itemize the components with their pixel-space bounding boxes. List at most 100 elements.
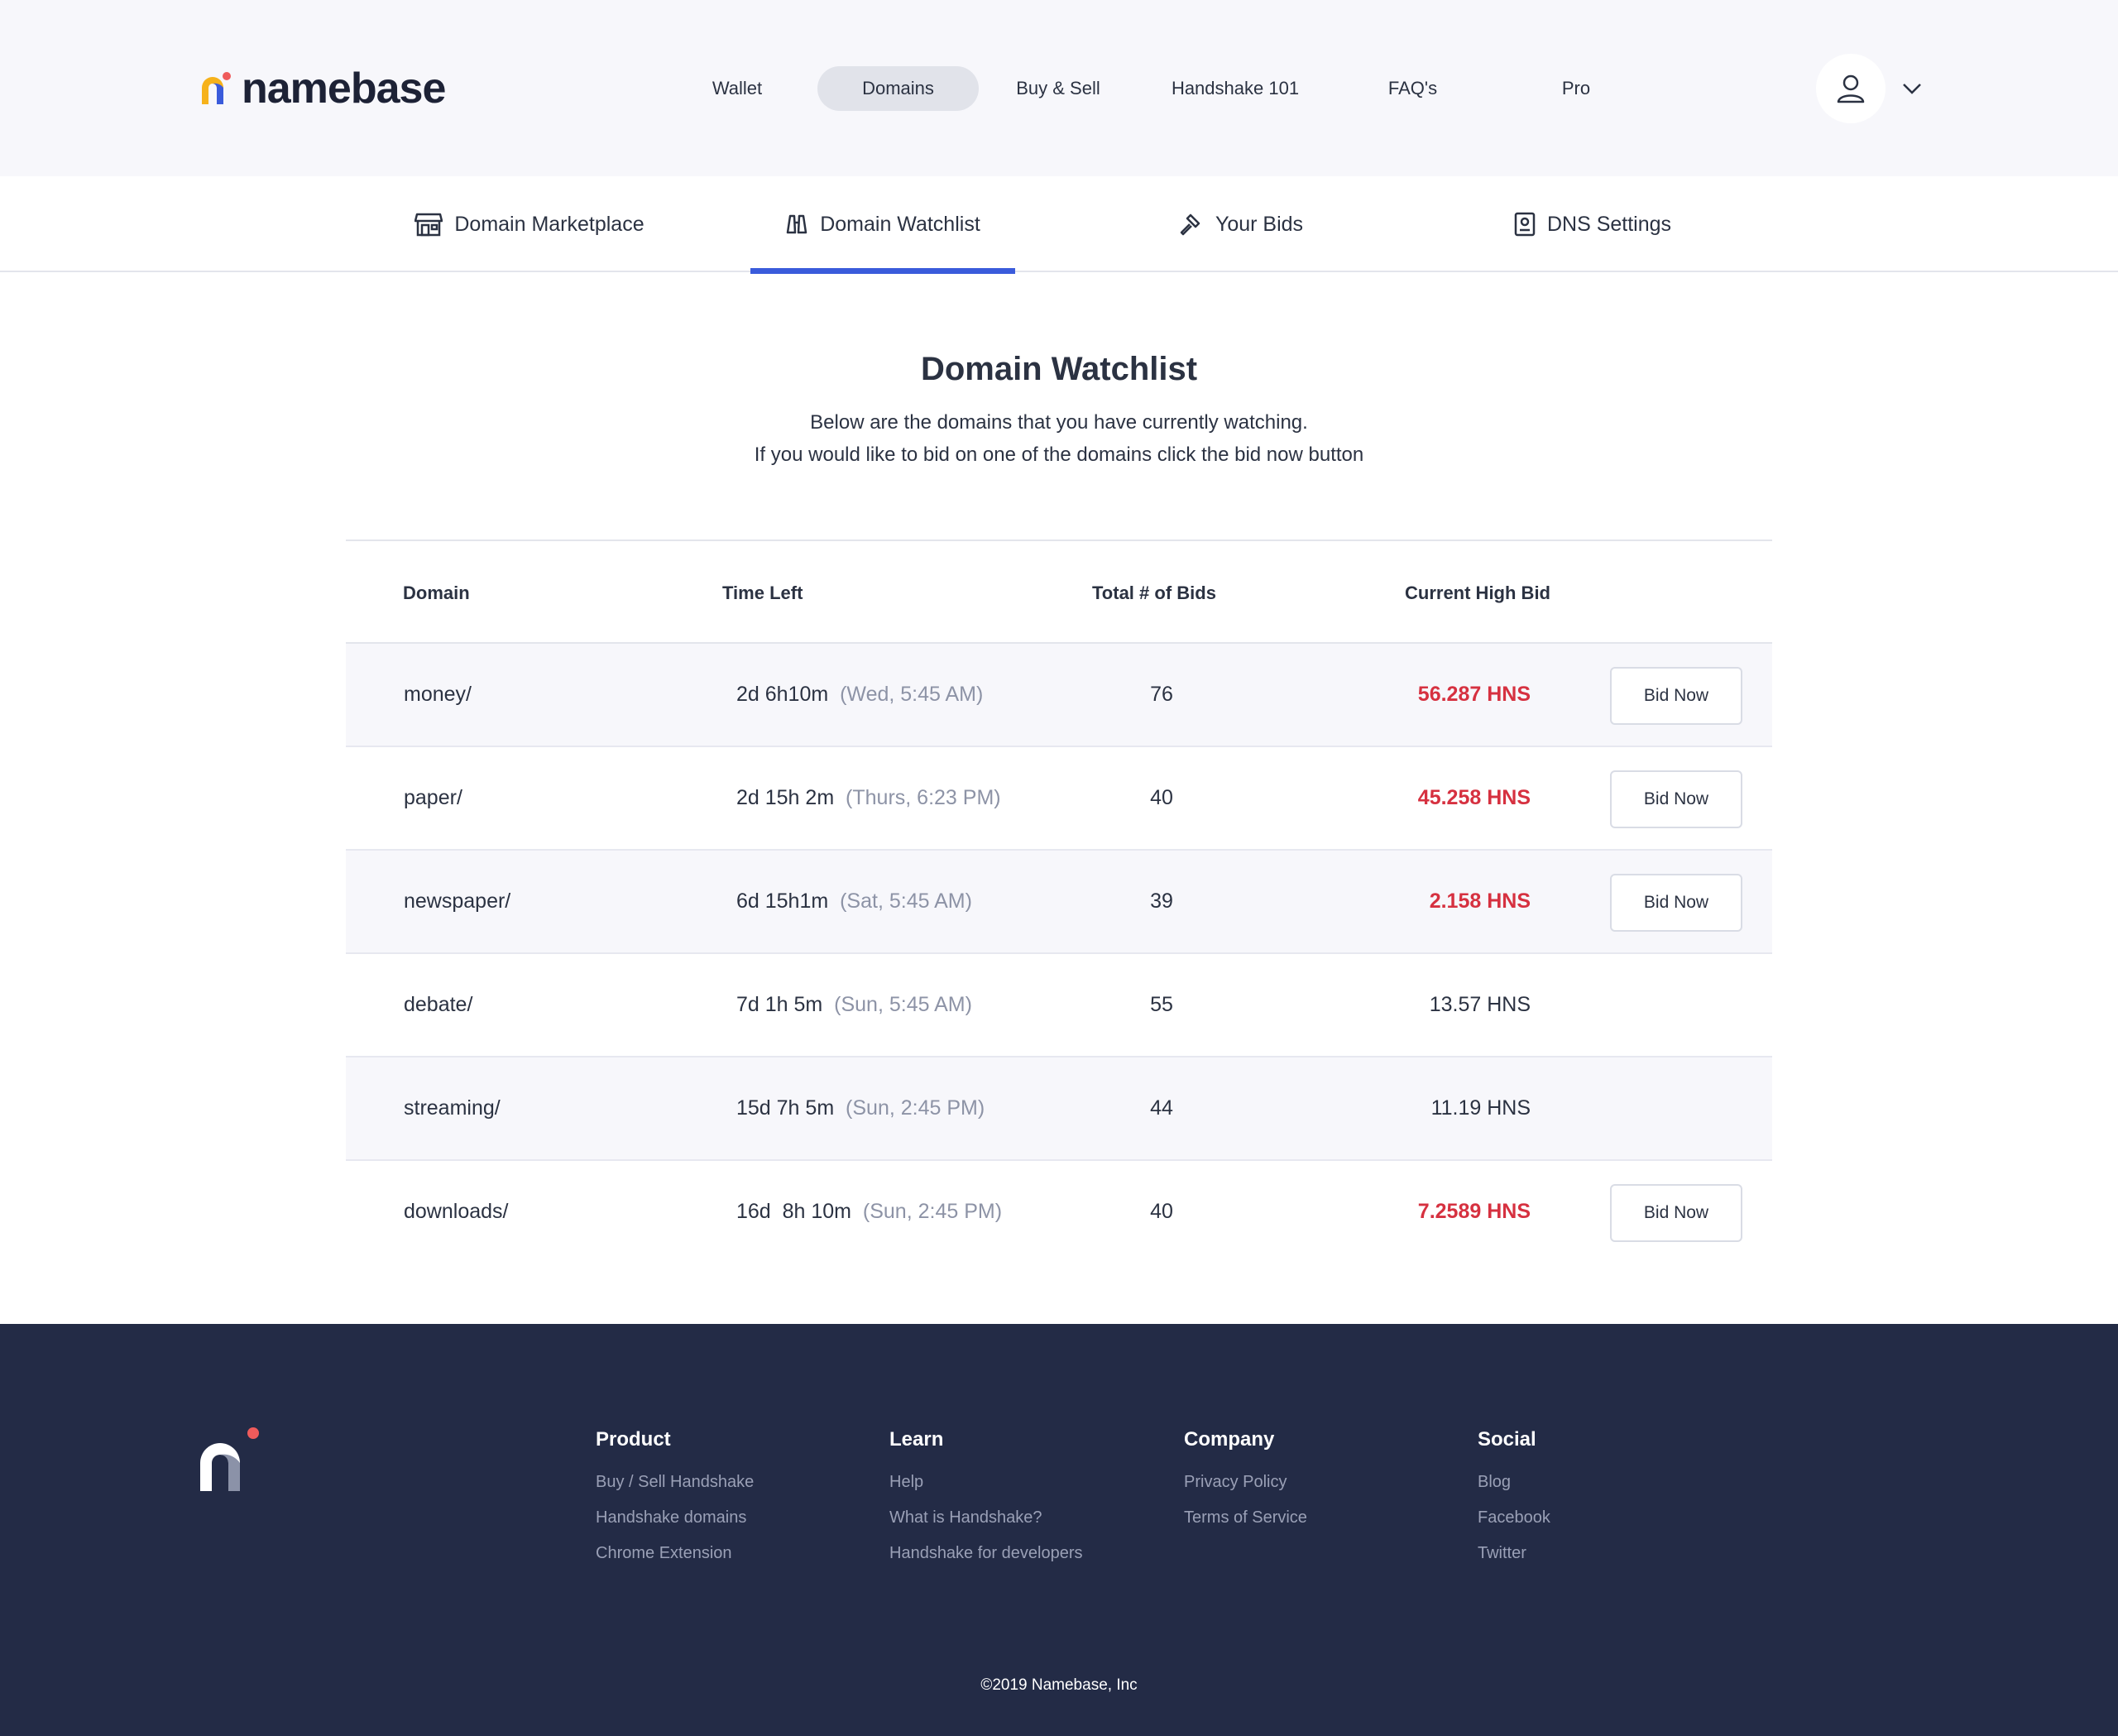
nav-handshake-101[interactable]: Handshake 101: [1158, 66, 1312, 111]
table-row: paper/ 2d 15h 2m (Thurs, 6:23 PM) 40 45.…: [346, 747, 1772, 851]
footer-link[interactable]: Chrome Extension: [596, 1544, 754, 1580]
namebase-logo-icon: [202, 72, 231, 104]
table-row: newspaper/ 6d 15h1m (Sat, 5:45 AM) 39 2.…: [346, 851, 1772, 954]
bid-now-button[interactable]: Bid Now: [1610, 770, 1742, 828]
time-left: 15d 7h 5m: [736, 1096, 835, 1120]
bid-now-button[interactable]: Bid Now: [1610, 667, 1742, 725]
bid-now-button[interactable]: Bid Now: [1610, 874, 1742, 932]
total-bids: 39: [1150, 890, 1173, 913]
footer-heading: Product: [596, 1428, 671, 1451]
domain-name[interactable]: paper/: [404, 747, 462, 849]
tab-label: Domain Marketplace: [454, 212, 645, 236]
total-bids: 76: [1150, 683, 1173, 706]
footer-link[interactable]: Handshake domains: [596, 1508, 754, 1544]
table-row: streaming/ 15d 7h 5m (Sun, 2:45 PM) 44 1…: [346, 1057, 1772, 1161]
end-time: (Wed, 5:45 AM): [840, 683, 984, 706]
footer-column-company: Company Privacy Policy Terms of Service: [1184, 1428, 1307, 1544]
current-high-bid: 7.2589 HNS: [1417, 1200, 1531, 1223]
table-row: debate/ 7d 1h 5m (Sun, 5:45 AM) 55 13.57…: [346, 954, 1772, 1057]
footer-link[interactable]: Facebook: [1478, 1508, 1550, 1544]
page-title: Domain Watchlist: [920, 351, 1198, 387]
current-high-bid: 2.158 HNS: [1429, 890, 1531, 913]
table-row: money/ 2d 6h10m (Wed, 5:45 AM) 76 56.287…: [346, 644, 1772, 747]
end-time: (Thurs, 6:23 PM): [846, 786, 1001, 809]
domain-name[interactable]: streaming/: [404, 1057, 501, 1159]
tab-your-bids[interactable]: Your Bids: [1158, 176, 1324, 272]
nav-faqs[interactable]: FAQ's: [1365, 66, 1460, 111]
end-time: (Sun, 5:45 AM): [834, 993, 972, 1016]
header-time-left: Time Left: [722, 583, 803, 603]
domain-name[interactable]: newspaper/: [404, 851, 510, 952]
nav-buy-sell[interactable]: Buy & Sell: [1004, 66, 1112, 111]
nav-pro[interactable]: Pro: [1543, 66, 1609, 111]
table-row: downloads/ 16d 8h 10m (Sun, 2:45 PM) 40 …: [346, 1161, 1772, 1264]
current-high-bid: 11.19 HNS: [1430, 1096, 1531, 1120]
nav-wallet[interactable]: Wallet: [692, 66, 783, 111]
current-high-bid: 56.287 HNS: [1417, 683, 1531, 706]
end-time: (Sun, 2:45 PM): [862, 1200, 1003, 1223]
footer-heading: Company: [1184, 1428, 1275, 1451]
top-navigation-bar: namebase Wallet Domains Buy & Sell Hands…: [0, 0, 2118, 176]
total-bids: 55: [1150, 993, 1173, 1016]
gavel-icon: [1180, 213, 1200, 236]
footer-link[interactable]: What is Handshake?: [889, 1508, 1082, 1544]
user-icon: [1837, 74, 1865, 103]
total-bids: 44: [1150, 1096, 1173, 1120]
domain-name[interactable]: debate/: [404, 954, 472, 1056]
account-avatar-button[interactable]: [1816, 54, 1886, 123]
footer-column-product: Product Buy / Sell Handshake Handshake dom…: [596, 1428, 754, 1580]
footer-link[interactable]: Buy / Sell Handshake: [596, 1473, 754, 1508]
time-left-cell: 6d 15h1m (Sat, 5:45 AM): [736, 851, 972, 952]
footer-link[interactable]: Blog: [1478, 1473, 1550, 1508]
bid-now-button[interactable]: Bid Now: [1610, 1184, 1742, 1242]
time-left-cell: 7d 1h 5m (Sun, 5:45 AM): [736, 954, 972, 1056]
header-domain: Domain: [403, 583, 470, 603]
end-time: (Sun, 2:45 PM): [846, 1096, 985, 1120]
tab-label: Domain Watchlist: [820, 212, 980, 236]
tab-label: Your Bids: [1215, 212, 1304, 236]
footer-column-social: Social Blog Facebook Twitter: [1478, 1428, 1550, 1580]
current-high-bid: 13.57 HNS: [1429, 993, 1531, 1016]
brand-name: namebase: [242, 65, 446, 113]
time-left: 16d 8h 10m: [736, 1200, 851, 1223]
page-subtitle-line-1: Below are the domains that you have curr…: [810, 411, 1308, 434]
copyright: ©2019 Namebase, Inc: [980, 1676, 1138, 1694]
tab-dns-settings[interactable]: DNS Settings: [1497, 176, 1688, 272]
time-left: 2d 6h10m: [736, 683, 829, 706]
footer-heading: Learn: [889, 1428, 944, 1451]
header-total-bids: Total # of Bids: [1092, 583, 1216, 603]
current-high-bid: 45.258 HNS: [1417, 786, 1531, 809]
page-subtitle-line-2: If you would like to bid on one of the d…: [754, 444, 1364, 466]
namebase-logo[interactable]: namebase: [199, 65, 446, 113]
settings-document-icon: [1514, 212, 1536, 237]
footer-link[interactable]: Terms of Service: [1184, 1508, 1307, 1544]
footer-link[interactable]: Help: [889, 1473, 1082, 1508]
end-time: (Sat, 5:45 AM): [840, 890, 972, 913]
namebase-footer-logo-icon: [200, 1427, 259, 1491]
footer-link[interactable]: Privacy Policy: [1184, 1473, 1307, 1508]
time-left-cell: 16d 8h 10m (Sun, 2:45 PM): [736, 1161, 1002, 1263]
footer-link[interactable]: Twitter: [1478, 1544, 1550, 1580]
domain-name[interactable]: money/: [404, 644, 472, 746]
domain-name[interactable]: downloads/: [404, 1161, 508, 1263]
total-bids: 40: [1150, 1200, 1173, 1223]
footer-link[interactable]: Handshake for developers: [889, 1544, 1082, 1580]
binoculars-icon: [786, 214, 807, 234]
tab-label: DNS Settings: [1546, 212, 1672, 236]
storefront-icon: [414, 213, 443, 237]
header-current-high-bid: Current High Bid: [1405, 583, 1550, 603]
subnav-tabs: Domain Marketplace Domain Watchlist Your…: [0, 176, 2118, 274]
time-left-cell: 2d 15h 2m (Thurs, 6:23 PM): [736, 747, 1001, 849]
time-left: 2d 15h 2m: [736, 786, 835, 809]
time-left-cell: 2d 6h10m (Wed, 5:45 AM): [736, 644, 983, 746]
watchlist-table: Domain Time Left Total # of Bids Current…: [346, 540, 1772, 1264]
tab-domain-watchlist[interactable]: Domain Watchlist: [750, 176, 1015, 274]
nav-domains[interactable]: Domains: [817, 66, 979, 111]
footer-heading: Social: [1478, 1428, 1536, 1451]
footer-column-learn: Learn Help What is Handshake? Handshake for…: [889, 1428, 1082, 1580]
time-left: 6d 15h1m: [736, 890, 829, 913]
site-footer: Product Buy / Sell Handshake Handshake dom…: [0, 1324, 2118, 1736]
chevron-down-icon[interactable]: [1900, 76, 1924, 101]
time-left: 7d 1h 5m: [736, 993, 823, 1016]
tab-domain-marketplace[interactable]: Domain Marketplace: [405, 176, 654, 272]
